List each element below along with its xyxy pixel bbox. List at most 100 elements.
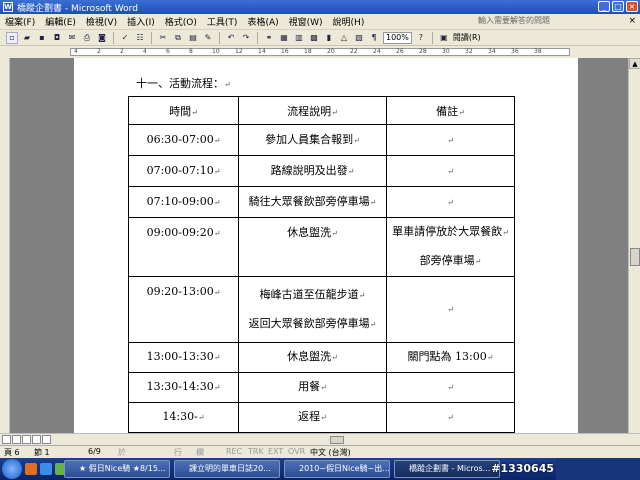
outline-view-icon[interactable] bbox=[32, 435, 41, 444]
table-header-cell[interactable]: 備註↵ bbox=[386, 96, 515, 125]
description-cell[interactable]: 用餐↵ bbox=[238, 372, 387, 403]
hyperlink-icon[interactable]: ⚭ bbox=[263, 32, 275, 44]
hscroll-thumb[interactable] bbox=[330, 436, 344, 444]
taskbar-button[interactable]: 2010~假日Nice騎~出... bbox=[284, 460, 390, 478]
show-hide-icon[interactable]: ¶ bbox=[368, 32, 380, 44]
taskbar-button[interactable]: 橋蹤企劃書 - Micros... bbox=[394, 460, 500, 478]
redo-icon[interactable]: ↷ bbox=[240, 32, 252, 44]
reading-layout-icon[interactable] bbox=[42, 435, 51, 444]
status-rec[interactable]: REC bbox=[226, 447, 242, 456]
note-cell[interactable]: ↵ bbox=[386, 124, 515, 156]
time-cell[interactable]: 07:00-07:10↵ bbox=[128, 155, 239, 187]
menu-item[interactable]: 編輯(E) bbox=[40, 15, 81, 28]
firefox-quicklaunch-icon[interactable] bbox=[25, 463, 37, 475]
description-cell[interactable]: 返程↵ bbox=[238, 402, 387, 433]
horizontal-ruler[interactable]: 4 2 2 4 6 8 10 12 14 16 18 20 22 24 26 28 30 32 34 36 38 bbox=[0, 46, 640, 58]
doc-close-icon[interactable]: × bbox=[628, 16, 636, 26]
description-cell[interactable]: 參加人員集合報到↵ bbox=[238, 124, 387, 156]
menu-item[interactable]: 表格(A) bbox=[242, 15, 283, 28]
menu-item[interactable]: 插入(I) bbox=[122, 15, 160, 28]
insert-table-icon[interactable]: ▥ bbox=[293, 32, 305, 44]
paste-icon[interactable]: ▤ bbox=[187, 32, 199, 44]
save-icon[interactable]: ▪ bbox=[36, 32, 48, 44]
note-cell[interactable]: ↵ bbox=[386, 372, 515, 403]
drawing-icon[interactable]: △ bbox=[338, 32, 350, 44]
tables-borders-icon[interactable]: ▦ bbox=[278, 32, 290, 44]
paragraph-mark: ↵ bbox=[447, 413, 454, 422]
time-cell[interactable]: 09:20-13:00↵ bbox=[128, 276, 239, 343]
horizontal-scrollbar[interactable] bbox=[0, 433, 640, 445]
ruler-tick-label: 14 bbox=[258, 48, 266, 55]
print-icon[interactable]: ⎙ bbox=[81, 32, 93, 44]
help-search-box[interactable]: 輸入需要解答的問題 bbox=[478, 15, 588, 27]
description-cell[interactable]: 休息盥洗↵ bbox=[238, 217, 387, 277]
word-app-icon[interactable]: W bbox=[3, 2, 13, 12]
close-icon[interactable]: × bbox=[626, 1, 638, 12]
time-cell[interactable]: 13:30-14:30↵ bbox=[128, 372, 239, 403]
time-cell[interactable]: 06:30-07:00↵ bbox=[128, 124, 239, 156]
menu-item[interactable]: 視窗(W) bbox=[284, 15, 328, 28]
note-cell[interactable]: ↵ bbox=[386, 155, 515, 187]
note-cell[interactable]: ↵ bbox=[386, 186, 515, 218]
read-mode-icon[interactable]: ▣ bbox=[438, 32, 450, 44]
schedule-table[interactable]: 時間↵ 流程說明↵ 備註↵ 06:30-07:00↵ 參加人員集合報到↵ ↵ 07:00-0… bbox=[128, 96, 515, 433]
time-cell[interactable]: 07:10-09:00↵ bbox=[128, 186, 239, 218]
spelling-icon[interactable]: ✓ bbox=[119, 32, 131, 44]
menu-item[interactable]: 格式(O) bbox=[160, 15, 202, 28]
print-layout-icon[interactable] bbox=[22, 435, 31, 444]
time-cell[interactable]: 09:00-09:20↵ bbox=[128, 217, 239, 277]
start-button[interactable] bbox=[2, 459, 22, 479]
menu-item[interactable]: 說明(H) bbox=[328, 15, 370, 28]
email-icon[interactable]: ✉ bbox=[66, 32, 78, 44]
cut-icon[interactable]: ✂ bbox=[157, 32, 169, 44]
maximize-icon[interactable]: □ bbox=[612, 1, 624, 12]
permission-icon[interactable]: ◘ bbox=[51, 32, 63, 44]
research-icon[interactable]: ☷ bbox=[134, 32, 146, 44]
note-cell[interactable]: 關門點為 13:00↵ bbox=[386, 342, 515, 373]
description-cell[interactable]: 騎往大眾餐飲部旁停車場↵ bbox=[238, 186, 387, 218]
help-icon[interactable]: ? bbox=[415, 32, 427, 44]
time-cell[interactable]: 14:30-↵ bbox=[128, 402, 239, 433]
taskbar-button[interactable]: 課立明的單車日誌20... bbox=[174, 460, 280, 478]
web-layout-icon[interactable] bbox=[12, 435, 21, 444]
description-cell[interactable]: 梅峰古道至伍龍步道↵ 返回大眾餐飲部旁停車場↵ bbox=[238, 276, 387, 343]
status-ovr[interactable]: OVR bbox=[288, 447, 305, 456]
ruler-ticks: 4 2 2 4 6 8 10 12 14 16 18 20 22 24 26 28 30 32 34 36 38 bbox=[70, 47, 570, 57]
note-cell[interactable]: ↵ bbox=[386, 276, 515, 343]
document-area[interactable]: 十一、活動流程：↵ 時間↵ 流程說明↵ 備註↵ 06:30-07:00↵ 參加人員集合報… bbox=[10, 58, 628, 433]
menu-item[interactable]: 檢視(V) bbox=[81, 15, 122, 28]
format-painter-icon[interactable]: ✎ bbox=[202, 32, 214, 44]
menu-item[interactable]: 檔案(F) bbox=[0, 15, 40, 28]
open-folder-icon[interactable]: ▰ bbox=[21, 32, 33, 44]
toolbar-separator bbox=[151, 31, 152, 44]
copy-icon[interactable]: ⧉ bbox=[172, 32, 184, 44]
read-mode-button[interactable]: 閱讀(R) bbox=[453, 32, 481, 43]
zoom-dropdown[interactable]: 100% bbox=[383, 31, 412, 44]
document-map-icon[interactable]: ▧ bbox=[353, 32, 365, 44]
scroll-up-icon[interactable]: ▲ bbox=[629, 58, 640, 69]
ruler-tick-label: 10 bbox=[212, 48, 220, 55]
description-cell[interactable]: 路線說明及出發↵ bbox=[238, 155, 387, 187]
taskbar-button[interactable]: ★ 假日Nice騎 ★8/15... bbox=[64, 460, 170, 478]
scroll-thumb[interactable] bbox=[630, 248, 640, 266]
normal-view-icon[interactable] bbox=[2, 435, 11, 444]
note-cell[interactable]: ↵ bbox=[386, 402, 515, 433]
time-cell[interactable]: 13:00-13:30↵ bbox=[128, 342, 239, 373]
status-ext[interactable]: EXT bbox=[268, 447, 283, 456]
ie-quicklaunch-icon[interactable] bbox=[40, 463, 52, 475]
menu-item[interactable]: 工具(T) bbox=[202, 15, 243, 28]
undo-icon[interactable]: ↶ bbox=[225, 32, 237, 44]
print-preview-icon[interactable]: ◙ bbox=[96, 32, 108, 44]
ruler-tick-label: 2 bbox=[97, 48, 101, 55]
document-page[interactable]: 十一、活動流程：↵ 時間↵ 流程說明↵ 備註↵ 06:30-07:00↵ 參加人員集合報… bbox=[74, 58, 578, 433]
note-cell[interactable]: 單車請停放於大眾餐飲↵ 部旁停車場↵ bbox=[386, 217, 515, 277]
new-document-icon[interactable]: ▫ bbox=[6, 31, 18, 44]
columns-icon[interactable]: ▮ bbox=[323, 32, 335, 44]
table-header-cell[interactable]: 流程說明↵ bbox=[238, 96, 387, 125]
vertical-scrollbar[interactable]: ▲ bbox=[628, 58, 640, 433]
description-cell[interactable]: 休息盥洗↵ bbox=[238, 342, 387, 373]
table-header-cell[interactable]: 時間↵ bbox=[128, 96, 239, 125]
minimize-icon[interactable]: _ bbox=[598, 1, 610, 12]
insert-excel-icon[interactable]: ▩ bbox=[308, 32, 320, 44]
status-trk[interactable]: TRK bbox=[248, 447, 264, 456]
